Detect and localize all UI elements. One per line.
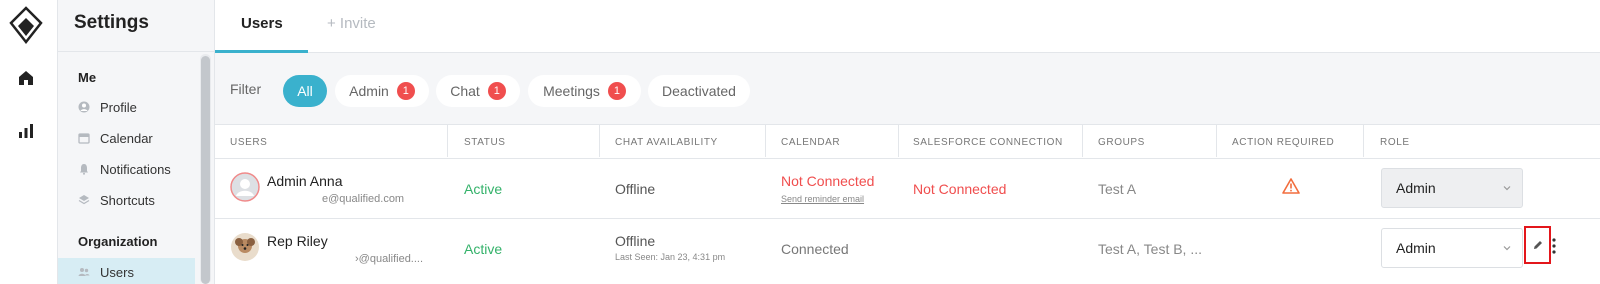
column-divider [447,125,448,157]
column-header[interactable]: CALENDAR [781,137,840,148]
avatar [230,172,260,202]
filter-admin[interactable]: Admin 1 [335,75,429,107]
calendar-icon [78,133,90,144]
role-value: Admin [1396,180,1436,196]
main-content: Users + Invite Filter All Admin 1 Chat 1… [215,0,1600,284]
sidebar-item-shortcuts[interactable]: Shortcuts [58,188,195,212]
tab-invite[interactable]: + Invite [327,15,376,32]
column-header[interactable]: SALESFORCE CONNECTION [913,137,1063,148]
sidebar-item-notifications[interactable]: Notifications [58,157,195,181]
column-header[interactable]: CHAT AVAILABILITY [615,137,718,148]
table-row[interactable]: Rep Riley ›@qualified.... Active Offline… [215,218,1600,284]
status-active: Active [464,241,503,257]
filter-deactivated[interactable]: Deactivated [648,75,750,107]
column-header[interactable]: ROLE [1380,137,1410,148]
chat-availability: Offline [615,233,656,249]
count-badge: 1 [396,82,415,100]
user-circle-icon [78,101,90,113]
filter-pill-label: Meetings [543,83,600,99]
column-divider [765,125,766,157]
tab-users[interactable]: Users [241,15,283,32]
column-header[interactable]: GROUPS [1098,137,1145,148]
column-header[interactable]: ACTION REQUIRED [1232,137,1334,148]
icon-rail [0,0,58,284]
pencil-icon [1534,241,1542,249]
column-divider [898,125,899,157]
role-select[interactable]: Admin [1381,168,1523,208]
bell-icon [80,164,88,175]
divider [58,51,215,52]
column-header[interactable]: USERS [230,137,267,148]
users-table: USERS STATUS CHAT AVAILABILITY CALENDAR … [215,124,1600,284]
sidebar-item-profile[interactable]: Profile [58,95,195,119]
user-email: ›@qualified.... [355,253,424,265]
users-icon [78,268,90,276]
column-divider [1363,125,1364,157]
filter-chat[interactable]: Chat 1 [436,75,520,107]
sidebar-item-label: Calendar [100,130,153,146]
section-organization: Organization [78,234,158,249]
page-title: Settings [74,12,149,33]
groups: Test A [1098,181,1137,197]
avatar [231,233,259,261]
salesforce-status: Not Connected [913,181,1007,197]
count-badge: 1 [487,82,506,100]
table-row[interactable]: Admin Anna e@qualified.com Active Offlin… [215,158,1600,218]
active-tab-indicator [215,50,308,53]
warning-icon[interactable] [1282,178,1300,194]
column-divider [1216,125,1217,157]
filter-pill-label: Deactivated [662,83,736,99]
filter-pill-label: Admin [349,83,389,99]
home-icon[interactable] [16,68,36,88]
user-name: Rep Riley [267,233,328,249]
section-me: Me [78,70,97,85]
sidebar-scrollbar[interactable] [200,54,211,284]
layers-icon [78,195,90,205]
calendar-status: Not Connected [781,173,875,189]
user-email: e@qualified.com [322,193,405,205]
role-select[interactable]: Admin [1381,228,1523,268]
bar-chart-icon[interactable] [16,121,36,141]
calendar-status: Connected [781,241,849,257]
last-seen: Last Seen: Jan 23, 4:31 pm [615,252,726,262]
filter-meetings[interactable]: Meetings 1 [528,75,641,107]
status-active: Active [464,181,503,197]
tab-bar: Users + Invite [215,0,1600,53]
sidebar-item-label: Users [100,264,134,280]
count-badge: 1 [607,82,626,100]
groups: Test A, Test B, ... [1098,241,1203,257]
sidebar-item-users[interactable]: Users [58,258,195,284]
chat-availability: Offline [615,181,656,197]
column-divider [599,125,600,157]
column-divider [1082,125,1083,157]
more-options-icon[interactable] [1552,238,1556,254]
sidebar-item-label: Shortcuts [100,192,155,208]
sidebar-item-calendar[interactable]: Calendar [58,126,195,150]
filter-pill-label: Chat [450,83,480,99]
logo-icon[interactable] [9,6,43,44]
settings-sidebar: Settings Me Profile Calendar Notificatio… [58,0,215,284]
edit-button[interactable] [1524,226,1551,264]
user-name: Admin Anna [267,173,343,189]
filter-pill-label: All [297,83,313,99]
scrollbar-thumb[interactable] [201,56,210,284]
role-value: Admin [1396,240,1436,256]
column-header[interactable]: STATUS [464,137,506,148]
chevron-down-icon [1503,186,1511,191]
sidebar-item-label: Profile [100,99,137,115]
filter-all[interactable]: All [283,75,327,107]
chevron-down-icon [1503,246,1511,251]
sidebar-item-label: Notifications [100,161,171,177]
filter-label: Filter [230,81,262,97]
send-reminder-link[interactable]: Send reminder email [781,194,864,204]
